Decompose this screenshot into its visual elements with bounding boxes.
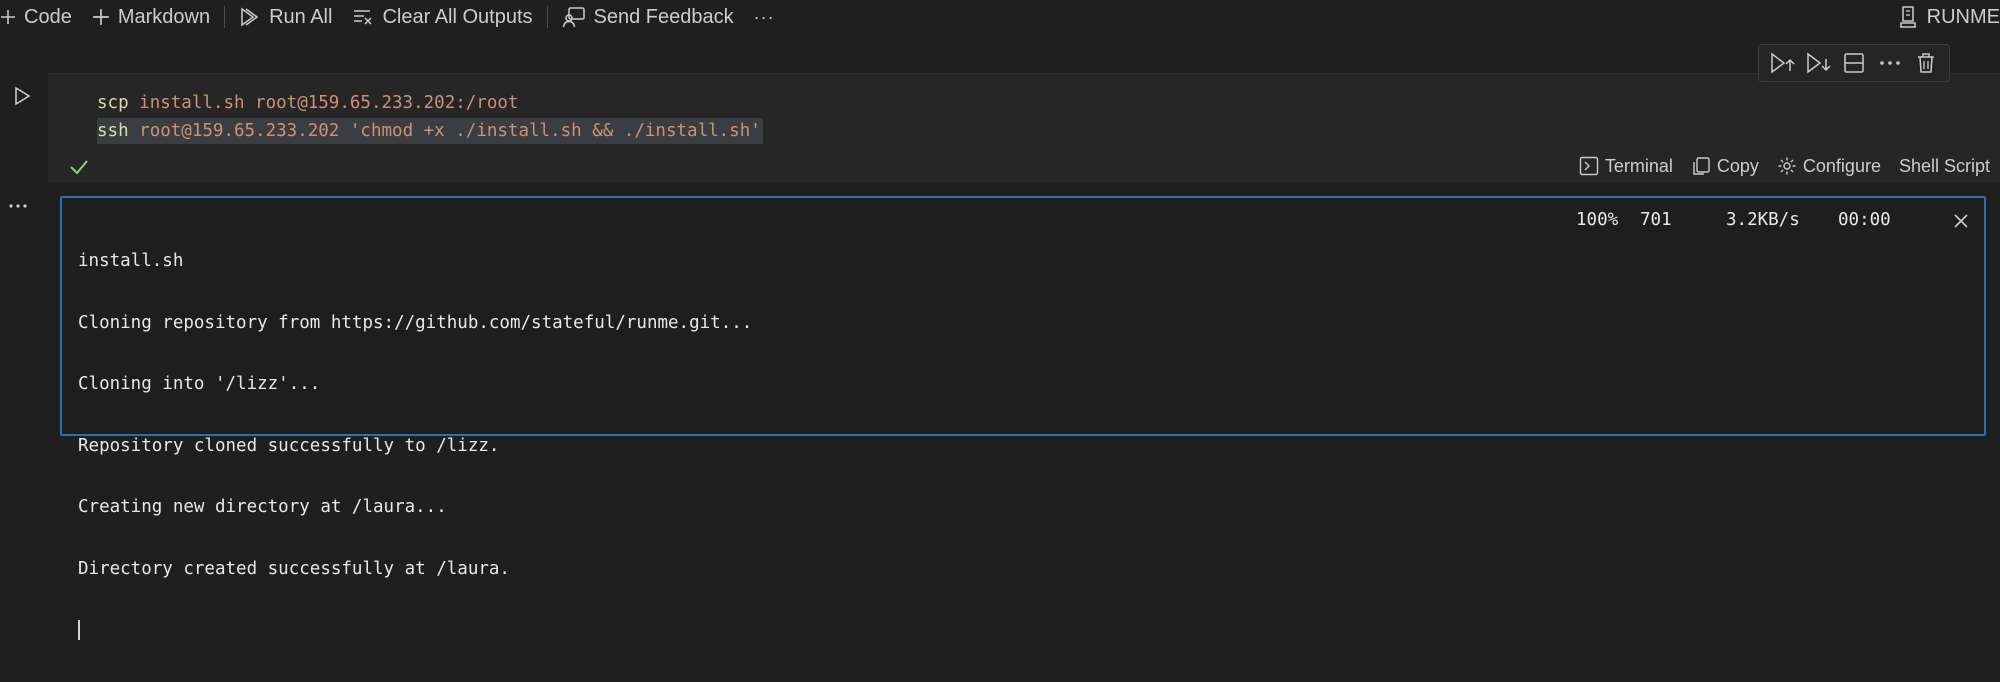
terminal-line: install.sh [78,251,184,271]
add-markdown-label: Markdown [117,5,211,28]
execute-below-icon [1807,52,1831,74]
toolbar-more-button[interactable]: ··· [744,0,785,34]
terminal-icon [1579,156,1599,176]
copy-icon [1693,157,1710,175]
terminal-cursor-line [78,620,752,641]
feedback-icon [562,7,585,28]
kernel-picker[interactable]: RUNME [1893,0,2000,34]
run-all-icon [241,7,259,27]
clear-all-outputs-label: Clear All Outputs [382,5,533,28]
code-line-1: scp install.sh root@159.65.233.202:/root [97,90,518,116]
progress-rate: 3.2KB/s [1726,210,1800,230]
command-token: scp [97,93,129,113]
delete-cell-button[interactable] [1909,47,1943,79]
configure-button[interactable]: Configure [1777,156,1881,177]
terminal-cursor [78,620,80,640]
terminal-line: Cloning into '/lizz'... [78,374,321,394]
add-code-label: Code [24,5,72,28]
code-line-2: ssh root@159.65.233.202 'chmod +x ./inst… [97,118,763,144]
clear-all-outputs-button[interactable]: Clear All Outputs [342,0,542,34]
run-all-label: Run All [269,5,333,28]
configure-label: Configure [1802,155,1881,176]
open-terminal-button[interactable]: Terminal [1579,156,1673,177]
clear-outputs-icon [354,10,372,25]
language-label: Shell Script [1898,155,1990,176]
string-token: 'chmod +x ./install.sh && ./install.sh' [349,121,761,141]
cell-action-toolbar [1758,44,1950,82]
more-icon [1880,61,1900,65]
split-cell-button[interactable] [1837,47,1871,79]
send-feedback-label: Send Feedback [593,5,734,28]
gear-icon [1778,157,1796,175]
progress-bytes: 701 [1640,210,1672,230]
delete-icon [1918,53,1934,73]
check-icon [70,160,88,175]
plus-icon [92,9,109,25]
execute-below-button[interactable] [1801,47,1835,79]
progress-eta: 00:00 [1838,210,1891,230]
command-token: ssh [97,121,129,141]
run-cell-button[interactable] [8,82,36,110]
whitespace-marker [129,93,140,113]
toolbar-divider [224,6,226,28]
execute-above-icon [1771,52,1795,74]
cell-status-bar: Terminal Copy Configure Shell Script [1579,153,1990,179]
transfer-progress: 100% 701 3.2KB/s 00:00 [1576,210,1891,333]
close-icon[interactable] [1950,210,1972,232]
terminal-line: Creating new directory at /laura... [78,497,447,517]
split-cell-icon [1844,53,1864,73]
toolbar-divider [546,6,548,28]
add-markdown-cell-button[interactable]: Markdown [82,0,220,34]
notebook-toolbar: Code Markdown Run All Clear All Outputs … [0,0,2000,34]
progress-percent: 100% [1576,210,1619,230]
add-code-cell-button[interactable]: Code [0,0,82,34]
argument-token: root@159.65.233.202 [139,121,340,141]
kernel-icon [1899,6,1916,28]
terminal-line: Cloning repository from https://github.c… [78,312,753,333]
send-feedback-button[interactable]: Send Feedback [552,0,744,34]
terminal-label: Terminal [1604,155,1673,176]
whitespace-marker [129,121,140,141]
whitespace-marker [339,121,350,141]
cell-language-picker[interactable]: Shell Script [1899,156,1990,177]
terminal-text: install.sh Cloning repository from https… [78,210,752,682]
run-cell-icon [15,86,31,106]
plus-icon [1,10,15,24]
cell-more-button[interactable] [1873,47,1907,79]
run-all-button[interactable]: Run All [229,0,342,34]
kernel-label: RUNME [1926,5,2000,28]
copy-label: Copy [1716,155,1759,176]
argument-token: install.sh root@159.65.233.202:/root [139,93,519,113]
output-more-icon[interactable] [6,196,30,216]
terminal-line: Repository cloned successfully to /lizz. [78,435,500,456]
more-icon: ··· [753,6,775,27]
terminal-output[interactable]: install.sh Cloning repository from https… [60,196,1986,640]
terminal-line: Directory created successfully at /laura… [78,558,510,579]
copy-output-button[interactable]: Copy [1691,156,1759,177]
execute-above-button[interactable] [1765,47,1799,79]
